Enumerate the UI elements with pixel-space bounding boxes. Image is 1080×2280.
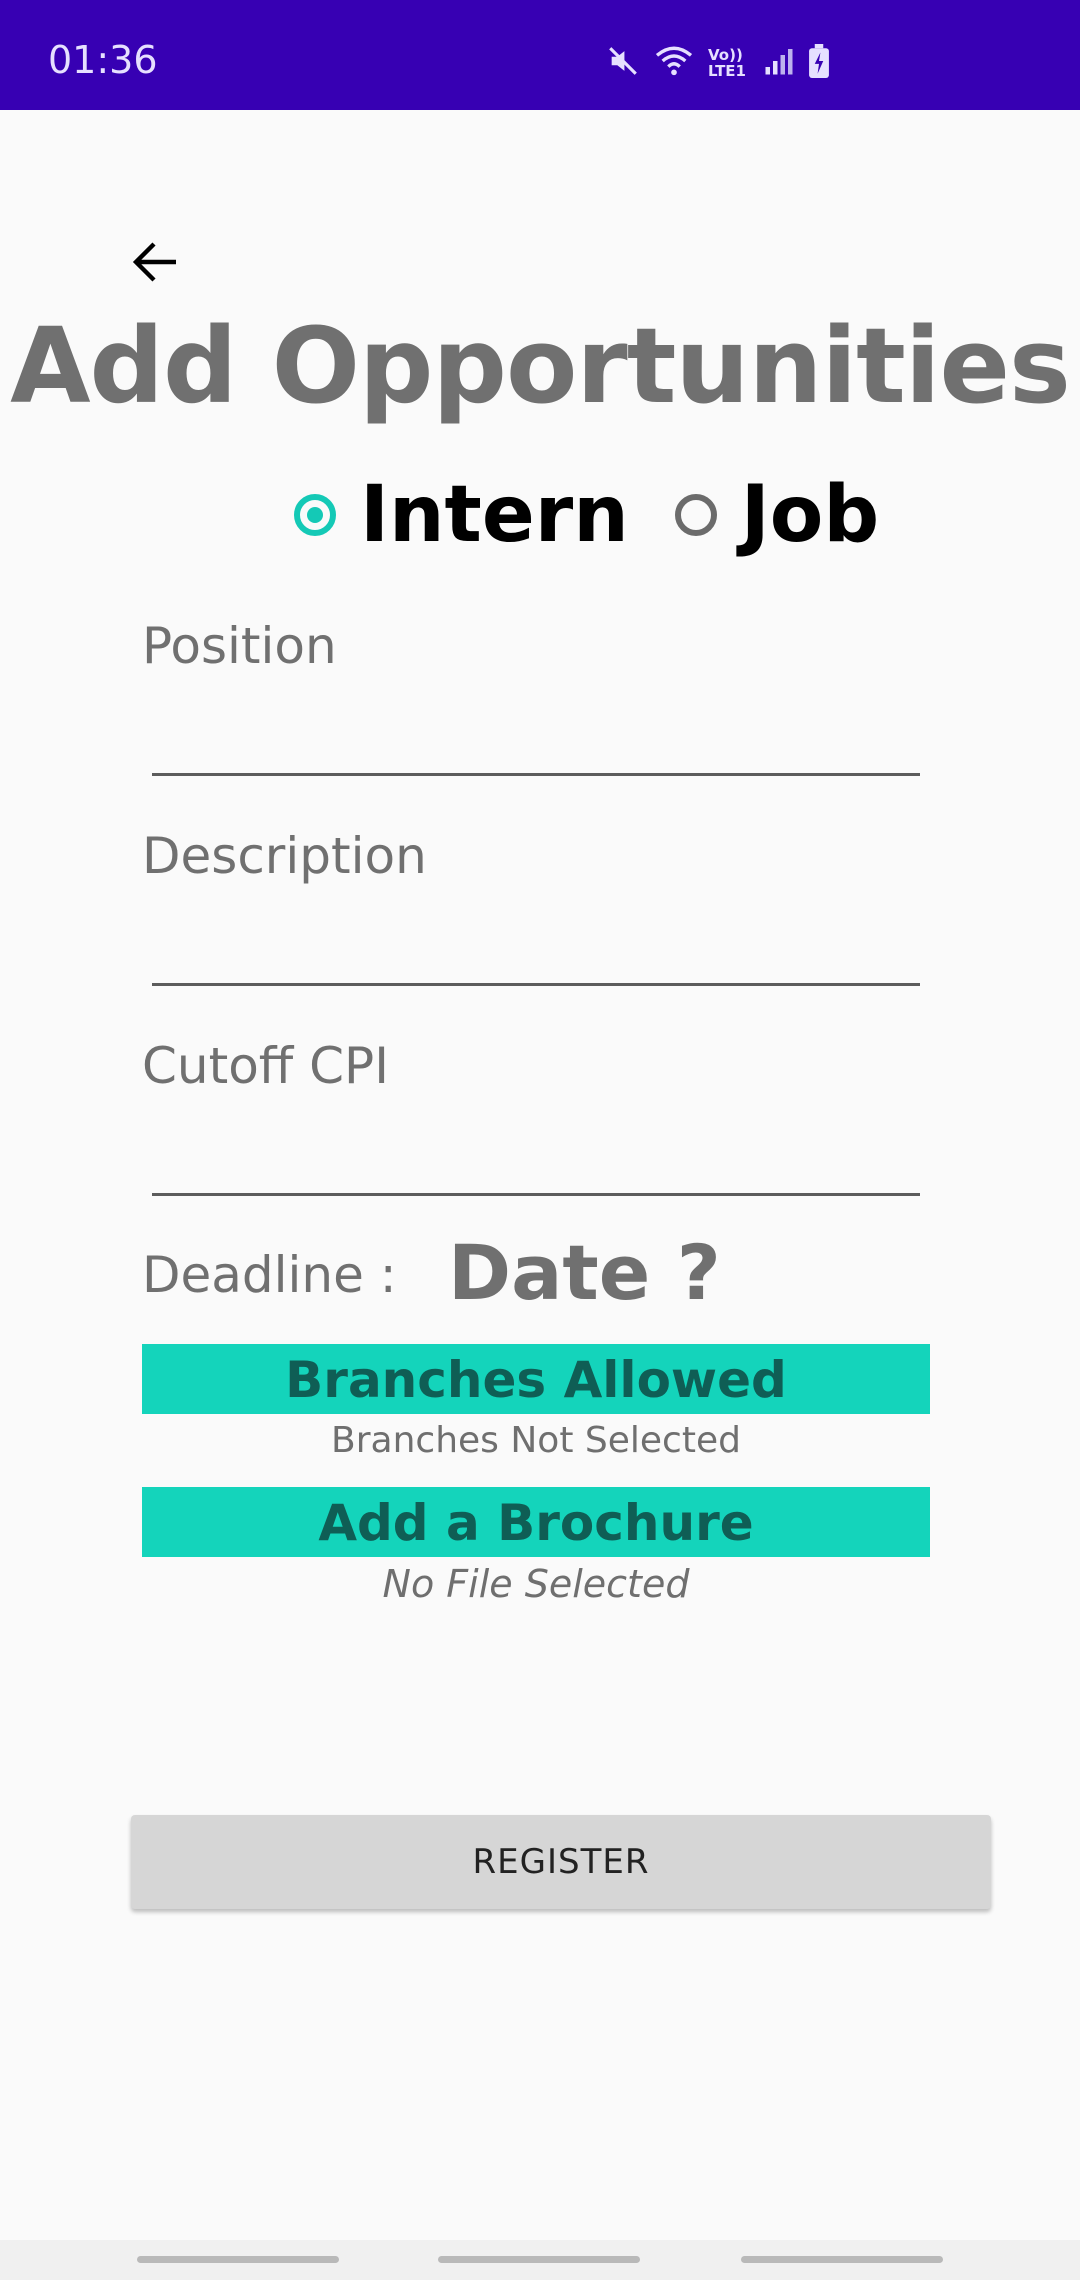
add-brochure-button[interactable]: Add a Brochure: [142, 1487, 930, 1557]
back-button[interactable]: [126, 236, 186, 288]
radio-intern-label: Intern: [360, 470, 629, 560]
cutoff-cpi-input[interactable]: Cutoff CPI: [142, 1037, 389, 1095]
position-underline: [152, 773, 920, 776]
mute-icon: [606, 44, 640, 82]
brochure-status-text: No File Selected: [382, 1562, 690, 1606]
home-nav-button[interactable]: [438, 2256, 640, 2263]
position-label: Position: [142, 617, 337, 675]
cutoff-cpi-underline: [152, 1193, 920, 1196]
position-input[interactable]: Position: [142, 617, 337, 675]
deadline-label: Deadline :: [142, 1246, 397, 1304]
recents-nav-button[interactable]: [137, 2256, 339, 2263]
radio-unchecked-icon: [674, 494, 717, 536]
radio-intern[interactable]: Intern: [294, 470, 629, 560]
description-underline: [152, 983, 920, 986]
register-button[interactable]: REGISTER: [131, 1815, 991, 1909]
wifi-icon: [654, 44, 694, 82]
radio-job[interactable]: Job: [674, 470, 880, 560]
radio-job-label: Job: [740, 470, 880, 560]
branches-allowed-button[interactable]: Branches Allowed: [142, 1344, 930, 1414]
cutoff-cpi-label: Cutoff CPI: [142, 1037, 389, 1095]
branches-status-text: Branches Not Selected: [331, 1420, 741, 1461]
back-nav-button[interactable]: [741, 2256, 943, 2263]
status-bar: 01:36 Vo)) LTE1: [0, 0, 1080, 110]
signal-icon: [764, 46, 794, 80]
description-label: Description: [142, 827, 427, 885]
page-title: Add Opportunities: [10, 305, 1071, 427]
description-input[interactable]: Description: [142, 827, 427, 885]
deadline-date-picker[interactable]: Date ?: [448, 1228, 721, 1317]
status-time: 01:36: [48, 38, 158, 82]
status-icons: Vo)) LTE1: [606, 44, 830, 82]
battery-charging-icon: [808, 44, 830, 82]
radio-checked-icon: [294, 494, 336, 536]
opportunity-type-radio-group: Intern Job: [294, 470, 879, 560]
volte-icon: Vo)) LTE1: [708, 46, 746, 80]
arrow-left-icon: [132, 242, 176, 282]
